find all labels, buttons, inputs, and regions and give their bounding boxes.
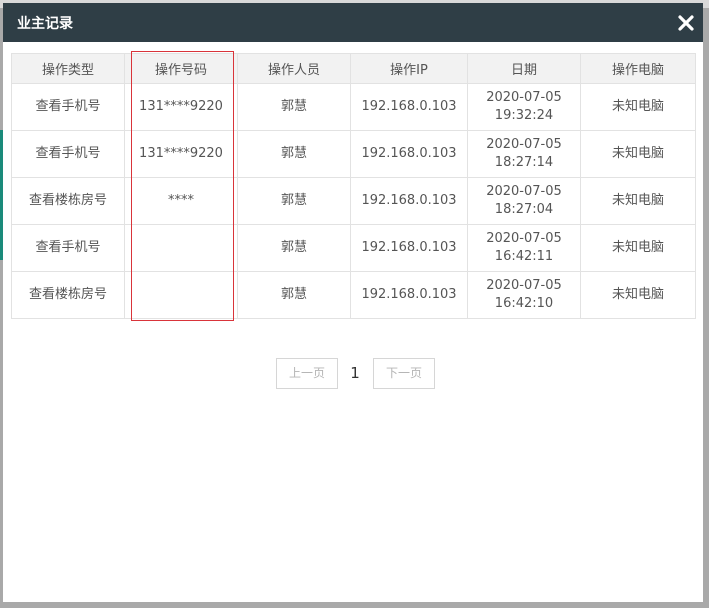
column-header-ip: 操作IP [350,53,468,84]
table-row: 查看楼栋房号 郭慧 192.168.0.103 2020-07-05 16:42:… [11,271,696,319]
current-page[interactable]: 1 [347,358,363,389]
cell-time: 16:42:10 [494,296,554,311]
table-row: 查看手机号 131****9220 郭慧 192.168.0.103 2020-… [11,83,696,131]
cell-operator: 郭慧 [237,224,351,272]
cell-ip: 192.168.0.103 [350,130,468,178]
prev-page-button[interactable]: 上一页 [276,358,338,389]
table-header-row: 操作类型 操作号码 操作人员 操作IP 日期 操作电脑 [11,53,696,84]
cell-ip: 192.168.0.103 [350,271,468,319]
cell-operator: 郭慧 [237,130,351,178]
close-icon[interactable] [677,14,695,32]
cell-time: 16:42:11 [494,249,554,264]
modal-title: 业主记录 [17,16,73,32]
cell-date: 2020-07-05 [486,90,562,105]
cell-time: 18:27:04 [494,202,554,217]
cell-number: **** [124,177,238,225]
cell-computer: 未知电脑 [580,83,696,131]
cell-type: 查看手机号 [11,224,125,272]
cell-number: 131****9220 [124,130,238,178]
cell-number [124,224,238,272]
cell-type: 查看楼栋房号 [11,177,125,225]
table-row: 查看楼栋房号 **** 郭慧 192.168.0.103 2020-07-05 1… [11,177,696,225]
owner-record-modal: 业主记录 操作类型 操作号码 操作人员 操作IP 日期 操作电脑 查看手机号 1… [3,3,703,602]
column-header-type: 操作类型 [11,53,125,84]
cell-date: 2020-07-05 [486,231,562,246]
cell-computer: 未知电脑 [580,224,696,272]
cell-date: 2020-07-05 [486,137,562,152]
cell-datetime: 2020-07-05 18:27:04 [467,177,581,225]
cell-type: 查看手机号 [11,83,125,131]
cell-type: 查看楼栋房号 [11,271,125,319]
cell-operator: 郭慧 [237,177,351,225]
cell-datetime: 2020-07-05 18:27:14 [467,130,581,178]
table-row: 查看手机号 郭慧 192.168.0.103 2020-07-05 16:42:1… [11,224,696,272]
record-table-wrapper: 操作类型 操作号码 操作人员 操作IP 日期 操作电脑 查看手机号 131***… [11,53,696,319]
table-row: 查看手机号 131****9220 郭慧 192.168.0.103 2020-… [11,130,696,178]
cell-datetime: 2020-07-05 16:42:10 [467,271,581,319]
cell-date: 2020-07-05 [486,184,562,199]
column-header-date: 日期 [467,53,581,84]
cell-time: 19:32:24 [494,108,554,123]
cell-time: 18:27:14 [494,155,554,170]
cell-number: 131****9220 [124,83,238,131]
column-header-operator: 操作人员 [237,53,351,84]
cell-operator: 郭慧 [237,83,351,131]
modal-header: 业主记录 [3,3,703,42]
cell-ip: 192.168.0.103 [350,83,468,131]
cell-computer: 未知电脑 [580,271,696,319]
column-header-number: 操作号码 [124,53,238,84]
record-table: 操作类型 操作号码 操作人员 操作IP 日期 操作电脑 查看手机号 131***… [11,53,696,319]
cell-datetime: 2020-07-05 19:32:24 [467,83,581,131]
cell-number [124,271,238,319]
pagination: 上一页 1 下一页 [3,358,703,389]
cell-datetime: 2020-07-05 16:42:11 [467,224,581,272]
next-page-button[interactable]: 下一页 [373,358,435,389]
cell-date: 2020-07-05 [486,278,562,293]
cell-ip: 192.168.0.103 [350,177,468,225]
cell-operator: 郭慧 [237,271,351,319]
cell-type: 查看手机号 [11,130,125,178]
column-header-computer: 操作电脑 [580,53,696,84]
cell-computer: 未知电脑 [580,177,696,225]
cell-computer: 未知电脑 [580,130,696,178]
cell-ip: 192.168.0.103 [350,224,468,272]
